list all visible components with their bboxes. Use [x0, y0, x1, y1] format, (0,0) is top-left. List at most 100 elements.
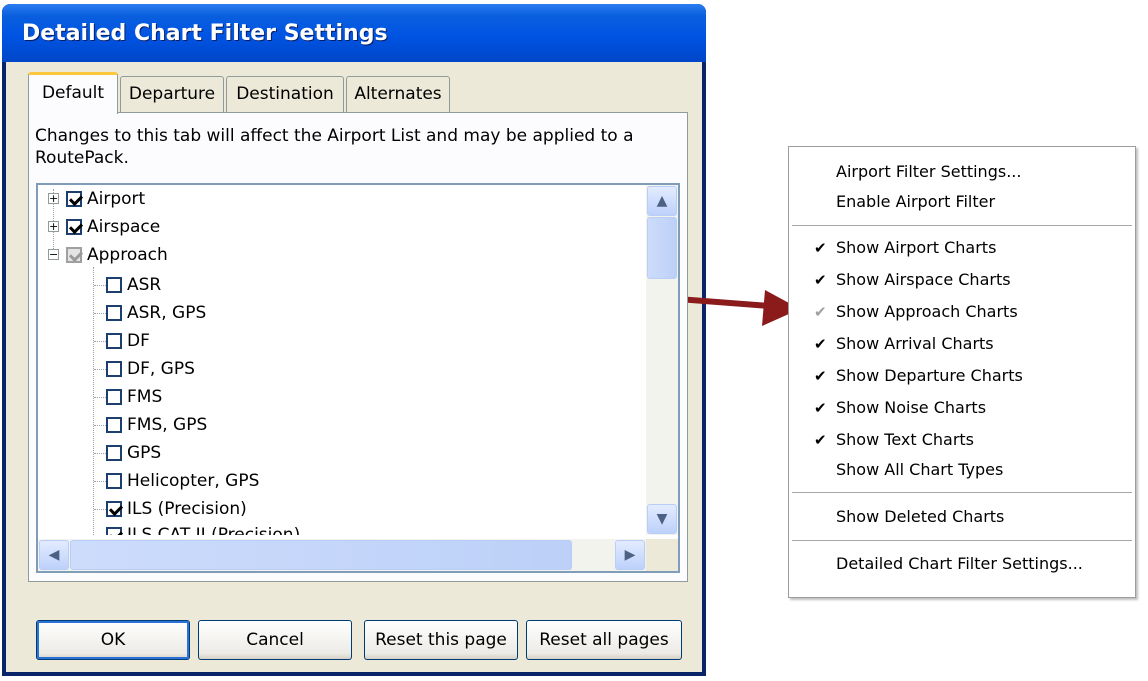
expand-airport-icon[interactable]: + — [48, 193, 59, 204]
checkbox-df-gps[interactable] — [106, 361, 122, 377]
menu-item-show-departure-charts[interactable]: ✔ Show Departure Charts — [789, 361, 1135, 391]
tab-departure[interactable]: Departure — [120, 76, 224, 112]
title-bar[interactable]: Detailed Chart Filter Settings — [2, 4, 706, 62]
scrollbar-corner — [646, 539, 678, 571]
check-icon: ✔ — [814, 335, 827, 353]
tree-node-helicopter-gps[interactable]: Helicopter, GPS — [106, 467, 259, 495]
tree-node-ils-precision[interactable]: ILS (Precision) — [106, 495, 247, 523]
tree-node-fms-gps[interactable]: FMS, GPS — [106, 411, 207, 439]
check-icon: ✔ — [814, 239, 827, 257]
check-icon: ✔ — [814, 399, 827, 417]
tree-node-airspace[interactable]: Airspace — [66, 213, 160, 241]
ok-button-label: OK — [100, 630, 126, 650]
vertical-scrollbar[interactable]: ▲ ▼ — [646, 185, 678, 535]
scroll-left-icon: ◀ — [48, 547, 60, 563]
tree-node-fms[interactable]: FMS — [106, 383, 162, 411]
checkbox-asr[interactable] — [106, 277, 122, 293]
tree-node-gps[interactable]: GPS — [106, 439, 161, 467]
menu-item-label: Show Approach Charts — [836, 302, 1018, 321]
reset-this-page-label: Reset this page — [375, 630, 507, 650]
check-icon: ✔ — [814, 271, 827, 289]
tree-node-label: Airport — [87, 189, 146, 209]
chart-type-tree[interactable]: + Airport + Airspace − Approach ASR ASR,… — [36, 183, 680, 573]
menu-item-show-text-charts[interactable]: ✔ Show Text Charts — [789, 425, 1135, 455]
context-menu: Airport Filter Settings... Enable Airpor… — [788, 146, 1136, 598]
reset-this-page-button[interactable]: Reset this page — [364, 620, 518, 660]
tree-node-ils-cat-ii[interactable]: ILS CAT II (Precision) — [106, 521, 300, 535]
menu-item-label: Show All Chart Types — [836, 460, 1004, 479]
tab-panel-default: Changes to this tab will affect the Airp… — [28, 112, 688, 582]
tree-node-asr-gps[interactable]: ASR, GPS — [106, 299, 206, 327]
menu-item-show-airport-charts[interactable]: ✔ Show Airport Charts — [789, 233, 1135, 263]
checkbox-ils-cat-ii[interactable] — [106, 527, 122, 535]
tree-branch — [94, 481, 106, 482]
collapse-approach-icon[interactable]: − — [48, 249, 59, 260]
menu-item-label: Show Airport Charts — [836, 238, 997, 257]
vertical-scroll-thumb[interactable] — [647, 217, 677, 279]
checkbox-approach[interactable] — [66, 247, 82, 263]
tree-branch — [94, 425, 106, 426]
menu-item-show-noise-charts[interactable]: ✔ Show Noise Charts — [789, 393, 1135, 423]
menu-item-show-approach-charts[interactable]: ✔ Show Approach Charts — [789, 297, 1135, 327]
checkbox-airport[interactable] — [66, 191, 82, 207]
menu-item-show-all-chart-types[interactable]: Show All Chart Types — [789, 455, 1135, 485]
tree-node-approach[interactable]: Approach — [66, 241, 168, 269]
tree-node-df[interactable]: DF — [106, 327, 150, 355]
tree-branch — [94, 453, 106, 454]
scroll-right-icon: ▶ — [624, 547, 636, 563]
menu-separator — [792, 225, 1132, 226]
tree-branch — [94, 313, 106, 314]
check-icon: ✔ — [814, 367, 827, 385]
menu-item-label: Show Deleted Charts — [836, 507, 1005, 526]
tree-branch — [94, 369, 106, 370]
check-icon: ✔ — [814, 431, 827, 449]
tab-description: Changes to this tab will affect the Airp… — [35, 126, 634, 168]
tree-node-label: Airspace — [87, 217, 161, 237]
horizontal-scroll-thumb[interactable] — [70, 540, 572, 570]
tree-node-label: FMS, GPS — [127, 415, 208, 435]
tab-departure-label: Departure — [128, 84, 216, 104]
menu-item-label: Show Airspace Charts — [836, 270, 1011, 289]
menu-item-label: Show Text Charts — [836, 430, 975, 449]
scroll-right-button[interactable]: ▶ — [615, 540, 645, 570]
scroll-down-icon: ▼ — [656, 511, 668, 527]
checkbox-asr-gps[interactable] — [106, 305, 122, 321]
scroll-left-button[interactable]: ◀ — [39, 540, 69, 570]
tree-branch — [94, 509, 106, 510]
horizontal-scrollbar[interactable]: ◀ ▶ — [38, 539, 646, 571]
menu-item-show-deleted-charts[interactable]: Show Deleted Charts — [789, 502, 1135, 532]
scroll-down-button[interactable]: ▼ — [647, 504, 677, 534]
tab-alternates[interactable]: Alternates — [346, 76, 450, 112]
tree-node-label: FMS — [127, 387, 163, 407]
scroll-up-button[interactable]: ▲ — [647, 186, 677, 216]
tab-default[interactable]: Default — [28, 72, 118, 114]
checkbox-ils-precision[interactable] — [106, 501, 122, 517]
tree-node-asr[interactable]: ASR — [106, 271, 161, 299]
tree-branch — [94, 285, 106, 286]
tree-node-df-gps[interactable]: DF, GPS — [106, 355, 195, 383]
reset-all-pages-button[interactable]: Reset all pages — [526, 620, 682, 660]
tree-branch — [94, 397, 106, 398]
tab-default-label: Default — [41, 83, 105, 103]
checkbox-airspace[interactable] — [66, 219, 82, 235]
check-icon: ✔ — [814, 303, 827, 321]
tree-node-label: ASR, GPS — [127, 303, 207, 323]
menu-item-show-arrival-charts[interactable]: ✔ Show Arrival Charts — [789, 329, 1135, 359]
tab-destination[interactable]: Destination — [226, 76, 344, 112]
checkbox-helicopter-gps[interactable] — [106, 473, 122, 489]
checkbox-fms[interactable] — [106, 389, 122, 405]
tree-node-label: DF — [127, 331, 150, 351]
tree-node-airport[interactable]: Airport — [66, 185, 145, 213]
ok-button[interactable]: OK — [36, 620, 190, 660]
menu-item-show-airspace-charts[interactable]: ✔ Show Airspace Charts — [789, 265, 1135, 295]
menu-item-enable-airport-filter[interactable]: Enable Airport Filter — [789, 187, 1135, 217]
menu-item-detailed-chart-filter-settings[interactable]: Detailed Chart Filter Settings... — [789, 549, 1135, 579]
checkbox-gps[interactable] — [106, 445, 122, 461]
cancel-button[interactable]: Cancel — [198, 620, 352, 660]
checkbox-fms-gps[interactable] — [106, 417, 122, 433]
menu-item-airport-filter-settings[interactable]: Airport Filter Settings... — [789, 157, 1135, 187]
checkbox-df[interactable] — [106, 333, 122, 349]
tab-alternates-label: Alternates — [354, 84, 442, 104]
scroll-up-icon: ▲ — [656, 193, 668, 209]
expand-airspace-icon[interactable]: + — [48, 221, 59, 232]
